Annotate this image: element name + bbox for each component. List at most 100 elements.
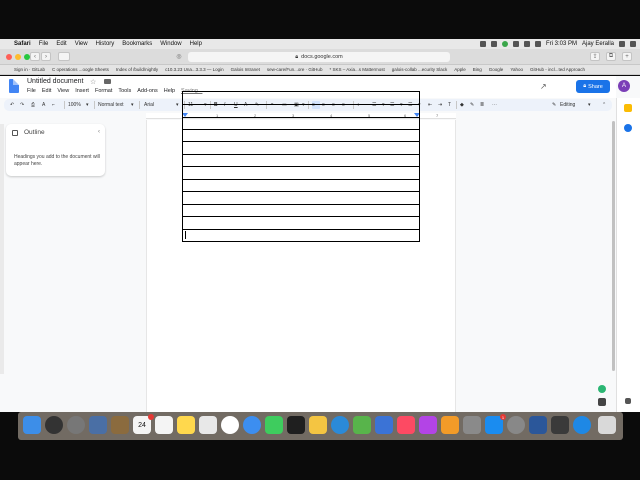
decrease-indent-icon[interactable]: ⇤	[428, 101, 432, 109]
activity-icon[interactable]: ↗	[540, 82, 547, 91]
bookmark-item[interactable]: GitHub - incl...ted Approach	[530, 67, 585, 72]
scrollbar[interactable]	[612, 121, 615, 371]
table-row[interactable]	[183, 205, 419, 217]
notes-icon[interactable]	[177, 416, 195, 434]
collapse-menu-icon[interactable]: ⌃	[602, 101, 606, 109]
docs-menu-insert[interactable]: Insert	[75, 88, 89, 94]
grammarly-icon[interactable]	[598, 385, 606, 393]
photos-icon[interactable]	[221, 416, 239, 434]
close-window-icon[interactable]	[6, 54, 12, 60]
bookmark-item[interactable]: Google	[489, 67, 504, 72]
reminders-icon[interactable]	[155, 416, 173, 434]
table-row[interactable]	[183, 92, 419, 105]
clock[interactable]: Fri 3:03 PM	[546, 41, 577, 47]
spellcheck-icon[interactable]: A	[42, 101, 45, 109]
user-name[interactable]: Ajay Eeralla	[582, 41, 614, 47]
table-row[interactable]	[183, 142, 419, 155]
back-icon[interactable]: ‹	[30, 52, 40, 61]
table-row[interactable]	[183, 180, 419, 192]
preview-icon[interactable]	[89, 416, 107, 434]
bookmark-item[interactable]: sew-care/Fun...ore · GitHub	[267, 67, 323, 72]
menu-edit[interactable]: Edit	[56, 41, 66, 47]
contacts-icon[interactable]	[111, 416, 129, 434]
bookmark-item[interactable]: Yahoo	[510, 67, 523, 72]
table-row[interactable]	[183, 167, 419, 180]
table-row[interactable]	[183, 217, 419, 230]
docs-menu-edit[interactable]: Edit	[42, 88, 51, 94]
minimize-window-icon[interactable]	[15, 54, 21, 60]
texshop-icon[interactable]	[463, 416, 481, 434]
new-tab-icon[interactable]: +	[622, 52, 632, 61]
facetime-icon[interactable]	[265, 416, 283, 434]
undo-icon[interactable]: ↶	[10, 101, 14, 109]
print-icon[interactable]: ⎙	[31, 101, 35, 109]
menu-view[interactable]: View	[75, 41, 88, 47]
bookmark-item[interactable]: c10.3.23 Una...3.3.3 — Login	[165, 67, 224, 72]
docs-logo-icon[interactable]	[9, 79, 19, 93]
bookmark-item[interactable]: Sign in · GitLab	[14, 67, 45, 72]
trash-icon[interactable]	[598, 416, 616, 434]
document-table[interactable]	[182, 91, 420, 242]
siri-icon[interactable]	[45, 416, 63, 434]
sync-icon[interactable]	[490, 41, 497, 47]
bookmark-item[interactable]: Apple	[454, 67, 466, 72]
menu-bookmarks[interactable]: Bookmarks	[122, 41, 152, 47]
font-select[interactable]: Arial	[144, 101, 154, 109]
border-color-icon[interactable]: ✎	[470, 101, 474, 109]
table-row[interactable]	[183, 155, 419, 167]
battery-icon[interactable]	[534, 41, 541, 47]
safari-icon[interactable]	[331, 416, 349, 434]
folder-icon[interactable]	[104, 79, 111, 84]
paint-format-icon[interactable]: ⌐	[52, 101, 55, 109]
border-width-icon[interactable]: ≣	[480, 101, 484, 109]
bookmark-item[interactable]: C operations ...oogle Sheets	[52, 67, 109, 72]
terminal-icon[interactable]	[287, 416, 305, 434]
zoom-select[interactable]: 100%	[68, 101, 81, 109]
wifi-icon[interactable]	[512, 41, 519, 47]
privacy-icon[interactable]: ◎	[174, 52, 184, 61]
close-outline-icon[interactable]: ‹	[98, 129, 100, 135]
increase-indent-icon[interactable]: ⇥	[438, 101, 442, 109]
menu-file[interactable]: File	[39, 41, 49, 47]
search-icon[interactable]	[619, 41, 625, 47]
docs-menu-view[interactable]: View	[57, 88, 69, 94]
document-title[interactable]: Untitled document	[27, 78, 83, 85]
docs-menu-tools[interactable]: Tools	[118, 88, 131, 94]
monitor-icon[interactable]	[551, 416, 569, 434]
table-row[interactable]	[183, 192, 419, 205]
docs-menu-file[interactable]: File	[27, 88, 36, 94]
tabs-icon[interactable]: ⧉	[606, 52, 616, 61]
numbers-icon[interactable]	[353, 416, 371, 434]
bookmark-item[interactable]: Index of /build/nightly	[116, 67, 158, 72]
word-icon[interactable]	[529, 416, 547, 434]
volume-icon[interactable]	[523, 41, 530, 47]
share-page-icon[interactable]: ⇪	[590, 52, 600, 61]
docs-menu-format[interactable]: Format	[95, 88, 112, 94]
textedit-icon[interactable]	[199, 416, 217, 434]
tasks-icon[interactable]	[624, 124, 632, 132]
menu-help[interactable]: Help	[190, 41, 202, 47]
clear-formatting-icon[interactable]: T	[448, 101, 451, 109]
quicktime-icon[interactable]	[573, 416, 591, 434]
style-select[interactable]: Normal text	[98, 101, 124, 109]
menu-history[interactable]: History	[96, 41, 115, 47]
messages-icon[interactable]	[243, 416, 261, 434]
add-addon-icon[interactable]	[625, 398, 631, 404]
forward-icon[interactable]: ›	[41, 52, 51, 61]
bookmark-item[interactable]: Bing	[473, 67, 482, 72]
bookmark-item[interactable]: Galois Intranet	[231, 67, 260, 72]
menu-window[interactable]: Window	[160, 41, 181, 47]
script-editor-icon[interactable]	[309, 416, 327, 434]
dropbox-icon[interactable]	[479, 41, 486, 47]
explore-icon[interactable]	[598, 398, 606, 406]
table-row[interactable]	[183, 105, 419, 118]
address-bar[interactable]: 🔒︎ docs.google.com	[188, 52, 450, 62]
avatar[interactable]: A	[618, 80, 630, 92]
bookmark-item[interactable]: * SKS – Axia...s Mattermost	[329, 67, 384, 72]
border-dash-icon[interactable]: ⋯	[492, 101, 497, 109]
menu-app-name[interactable]: Safari	[14, 41, 31, 47]
keep-icon[interactable]	[624, 104, 632, 112]
fill-color-icon[interactable]: ◆	[460, 101, 464, 109]
bookmark-item[interactable]: galois-collab ...ecurity Slack	[392, 67, 448, 72]
docs-menu-help[interactable]: Help	[164, 88, 175, 94]
